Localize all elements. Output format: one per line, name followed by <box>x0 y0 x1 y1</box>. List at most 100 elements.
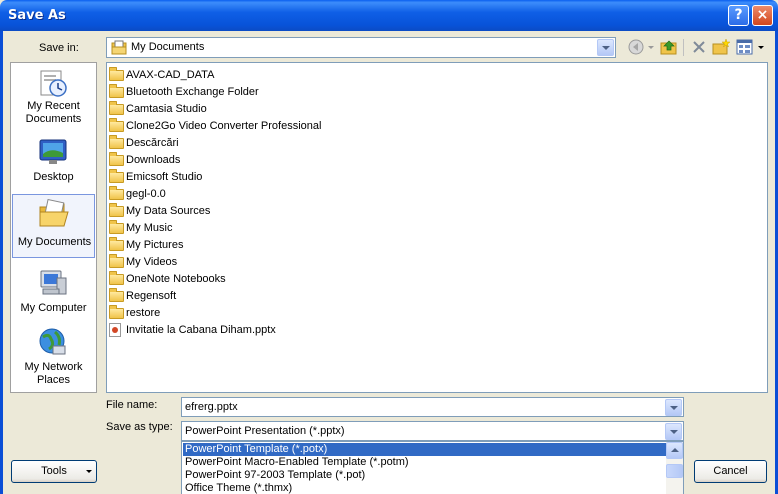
file-name-text: restore <box>126 306 161 319</box>
list-item[interactable]: Regensoft <box>109 287 176 304</box>
pictures-folder-icon <box>109 237 124 251</box>
option-thmx[interactable]: Office Theme (*.thmx) <box>183 482 666 494</box>
option-potx[interactable]: PowerPoint Template (*.potx) <box>183 443 666 456</box>
views-icon[interactable] <box>736 38 754 56</box>
window-frame-left <box>0 31 3 494</box>
place-my-documents[interactable]: My Documents <box>12 194 95 258</box>
list-item[interactable]: Emicsoft Studio <box>109 168 202 185</box>
title-bar: Save As ? × <box>0 0 778 31</box>
list-item[interactable]: My Videos <box>109 253 177 270</box>
option-potm[interactable]: PowerPoint Macro-Enabled Template (*.pot… <box>183 456 666 469</box>
place-label: My Computer <box>20 302 87 314</box>
my-documents-icon <box>39 199 69 227</box>
scroll-thumb[interactable] <box>666 464 683 478</box>
place-label: My Network <box>24 361 83 373</box>
folder-icon <box>109 135 124 149</box>
back-icon[interactable] <box>627 38 645 56</box>
file-name-text: gegl-0.0 <box>126 187 166 200</box>
my-documents-small-icon <box>111 40 127 55</box>
option-pot[interactable]: PowerPoint 97-2003 Template (*.pot) <box>183 469 666 482</box>
file-name-text: My Data Sources <box>126 204 211 217</box>
file-name-text: My Pictures <box>126 238 184 251</box>
save-as-type-dropdown-arrow[interactable] <box>665 423 682 440</box>
list-item[interactable]: AVAX-CAD_DATA <box>109 66 214 83</box>
place-my-network-places[interactable]: My Network Places <box>12 323 95 387</box>
list-item[interactable]: Downloads <box>109 151 180 168</box>
file-name-text: Clone2Go Video Converter Professional <box>126 119 322 132</box>
place-label: Places <box>36 374 71 386</box>
place-label: Documents <box>25 113 82 125</box>
cancel-button[interactable]: Cancel <box>694 460 767 483</box>
file-name-dropdown-arrow[interactable] <box>665 399 682 416</box>
list-item[interactable]: Clone2Go Video Converter Professional <box>109 117 321 134</box>
file-name-text: OneNote Notebooks <box>126 272 226 285</box>
file-name-field[interactable]: efrerg.pptx <box>181 397 684 417</box>
list-item[interactable]: Descărcări <box>109 134 179 151</box>
folder-icon <box>109 101 124 115</box>
list-item[interactable]: OneNote Notebooks <box>109 270 226 287</box>
save-as-type-value: PowerPoint Presentation (*.pptx) <box>185 425 345 437</box>
file-name-value: efrerg.pptx <box>185 401 238 413</box>
videos-folder-icon <box>109 254 124 268</box>
folder-icon <box>109 84 124 98</box>
close-button[interactable]: × <box>752 5 773 26</box>
place-desktop[interactable]: Desktop <box>12 133 95 197</box>
file-name-text: AVAX-CAD_DATA <box>126 68 215 81</box>
file-name-label: File name: <box>106 399 158 411</box>
save-as-type-options[interactable]: PowerPoint Template (*.potx) PowerPoint … <box>181 441 684 494</box>
list-item[interactable]: Bluetooth Exchange Folder <box>109 83 259 100</box>
list-item[interactable]: My Data Sources <box>109 202 210 219</box>
file-name-text: Invitatie la Cabana Diham.pptx <box>126 323 276 336</box>
help-button[interactable]: ? <box>728 5 749 26</box>
save-in-value: My Documents <box>131 41 205 53</box>
my-computer-icon <box>40 270 67 295</box>
data-sources-folder-icon <box>109 203 124 217</box>
save-as-type-select[interactable]: PowerPoint Presentation (*.pptx) <box>181 421 684 441</box>
options-scrollbar[interactable] <box>666 442 683 494</box>
save-in-combo[interactable]: My Documents <box>106 37 616 58</box>
tools-button[interactable]: Tools <box>11 460 97 483</box>
network-places-icon <box>39 328 66 355</box>
folder-icon <box>109 186 124 200</box>
recent-documents-icon <box>40 70 67 97</box>
list-item[interactable]: restore <box>109 304 160 321</box>
save-in-dropdown-arrow[interactable] <box>597 39 614 56</box>
folder-icon <box>109 305 124 319</box>
list-item[interactable]: Camtasia Studio <box>109 100 207 117</box>
place-my-computer[interactable]: My Computer <box>12 264 95 328</box>
file-name-text: Regensoft <box>126 289 177 302</box>
file-name-text: Downloads <box>126 153 181 166</box>
file-name-text: Bluetooth Exchange Folder <box>126 85 259 98</box>
folder-icon <box>109 152 124 166</box>
up-folder-icon[interactable] <box>660 38 678 56</box>
folder-icon <box>109 67 124 81</box>
list-item[interactable]: gegl-0.0 <box>109 185 166 202</box>
views-dropdown-icon[interactable] <box>756 38 766 56</box>
list-item[interactable]: My Pictures <box>109 236 183 253</box>
delete-icon[interactable] <box>690 38 708 56</box>
desktop-icon <box>39 139 67 164</box>
file-name-text: Descărcări <box>126 136 179 149</box>
pptx-file-icon <box>109 322 121 337</box>
back-dropdown-icon[interactable] <box>647 38 655 56</box>
folder-icon <box>109 118 124 132</box>
list-item[interactable]: My Music <box>109 219 172 236</box>
save-in-label: Save in: <box>39 42 79 54</box>
file-list[interactable]: AVAX-CAD_DATA Bluetooth Exchange Folder … <box>106 62 768 393</box>
place-my-recent-documents[interactable]: My Recent Documents <box>12 64 95 128</box>
music-folder-icon <box>109 220 124 234</box>
new-folder-icon[interactable] <box>712 38 730 56</box>
window-title: Save As <box>8 8 66 23</box>
scroll-up-button[interactable] <box>666 442 683 459</box>
save-as-type-label: Save as type: <box>106 421 173 433</box>
folder-icon <box>109 169 124 183</box>
file-name-text: Camtasia Studio <box>126 102 207 115</box>
place-label: My Recent <box>27 100 80 112</box>
place-label: Desktop <box>33 171 74 183</box>
file-name-text: Emicsoft Studio <box>126 170 203 183</box>
tools-dropdown-icon <box>86 470 92 473</box>
file-name-text: My Music <box>126 221 173 234</box>
place-label: My Documents <box>17 236 92 248</box>
places-bar: My Recent Documents Desktop My Documents… <box>10 62 97 393</box>
list-item[interactable]: Invitatie la Cabana Diham.pptx <box>109 321 276 338</box>
